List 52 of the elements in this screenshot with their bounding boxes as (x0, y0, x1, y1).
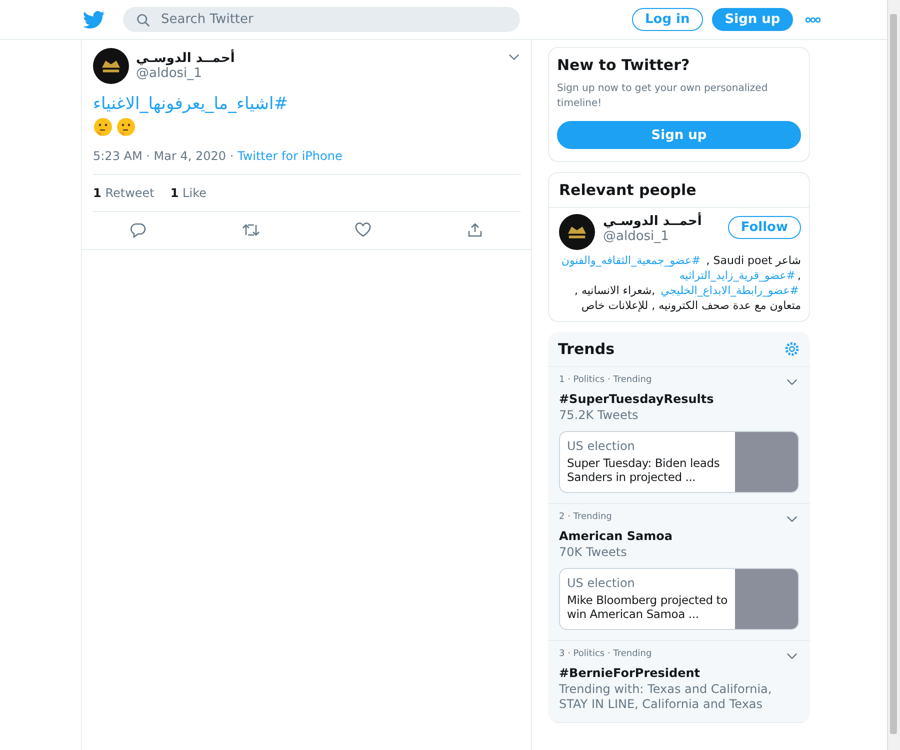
trend-meta: 2 · Trending (559, 512, 612, 524)
signup-button[interactable]: Sign up (712, 8, 794, 31)
reply-icon[interactable] (130, 222, 146, 238)
news-card[interactable]: US election Mike Bloomberg projected to win American Samoa ... (559, 568, 799, 630)
trend-subtitle: Trending with: Texas and California, STAY IN LINE, California and Texas (559, 682, 773, 712)
scrollbar[interactable] (887, 0, 900, 750)
thinking-face-icon (93, 117, 113, 137)
author-handle[interactable]: @aldosi_1 (136, 66, 235, 81)
retweet-icon[interactable] (242, 222, 260, 238)
hashtag-link[interactable]: #عضو_رابطة_الابداع_الخليجي (660, 283, 799, 298)
signup-button[interactable]: Sign up (557, 121, 801, 149)
person-handle[interactable]: @aldosi_1 (603, 229, 702, 244)
trend-name[interactable]: #SuperTuesdayResults (559, 392, 799, 406)
trend-meta: 3 · Politics · Trending (559, 649, 652, 661)
card-title: Trends (558, 340, 614, 358)
hashtag-link[interactable]: #اشياء_ما_يعرفونها_الاغنياء (93, 94, 288, 114)
card-text: Sign up now to get your own personalized timeline! (557, 82, 769, 110)
trend-name[interactable]: American Samoa (559, 529, 799, 543)
heart-icon[interactable] (355, 222, 372, 238)
tweet-timestamp: 5:23 AM · Mar 4, 2020 · (93, 149, 234, 163)
author-name[interactable]: أحمــد الدوسـي (136, 51, 235, 66)
trend-subtitle: 75.2K Tweets (559, 408, 640, 423)
news-headline: Mike Bloomberg projected to win American Samoa ... (567, 593, 728, 621)
stat-link[interactable]: 1 Like (170, 186, 206, 200)
trend-subtitle: 70K Tweets (559, 545, 628, 560)
photo-placeholder (735, 432, 798, 492)
thinking-face-icon (116, 117, 136, 137)
share-icon[interactable] (467, 222, 484, 238)
follow-button[interactable]: Follow (728, 216, 801, 239)
avatar-logo-icon[interactable] (93, 48, 129, 84)
settings-icon[interactable] (784, 341, 800, 357)
avatar-logo-icon[interactable] (559, 214, 595, 250)
login-button[interactable]: Log in (632, 8, 703, 31)
news-headline: Super Tuesday: Biden leads Sanders in projected ... (567, 456, 721, 484)
card-title: New to Twitter? (557, 56, 691, 74)
card-title: Relevant people (549, 173, 809, 208)
search-field[interactable]: Search Twitter (123, 7, 520, 32)
news-label: US election (567, 576, 636, 590)
news-label: US election (567, 439, 636, 453)
person-name[interactable]: أحمــد الدوسـي (603, 214, 702, 229)
photo-placeholder (735, 569, 798, 629)
source-link[interactable]: Twitter for iPhone (237, 149, 342, 163)
more-icon[interactable] (805, 16, 822, 22)
trend-name[interactable]: #BernieForPresident (559, 666, 799, 680)
hashtag-link[interactable]: #عضو_قرية_زايد_التراثيه (679, 268, 796, 283)
bird-logo-icon[interactable] (83, 10, 105, 28)
trend-meta: 1 · Politics · Trending (559, 375, 652, 387)
stat-link[interactable]: 1 Retweet (93, 186, 154, 200)
search-icon (136, 13, 150, 27)
news-card[interactable]: US election Super Tuesday: Biden leads Sanders in projected ... (559, 431, 799, 493)
hashtag-link[interactable]: #عضو_جمعية_الثقافه_والفنون (561, 253, 701, 268)
profile-bio: شاعر Saudi poet , #عضو_جمعية_الثقافه_والفنون , #عضو_قرية_زايد_التراثيه #عضو_رابطة_الابداع_الخليجي ,شعراء الانسانيه , متعاون مع عدة صحف الكترونيه , للإعلانات خاص (560, 253, 801, 313)
